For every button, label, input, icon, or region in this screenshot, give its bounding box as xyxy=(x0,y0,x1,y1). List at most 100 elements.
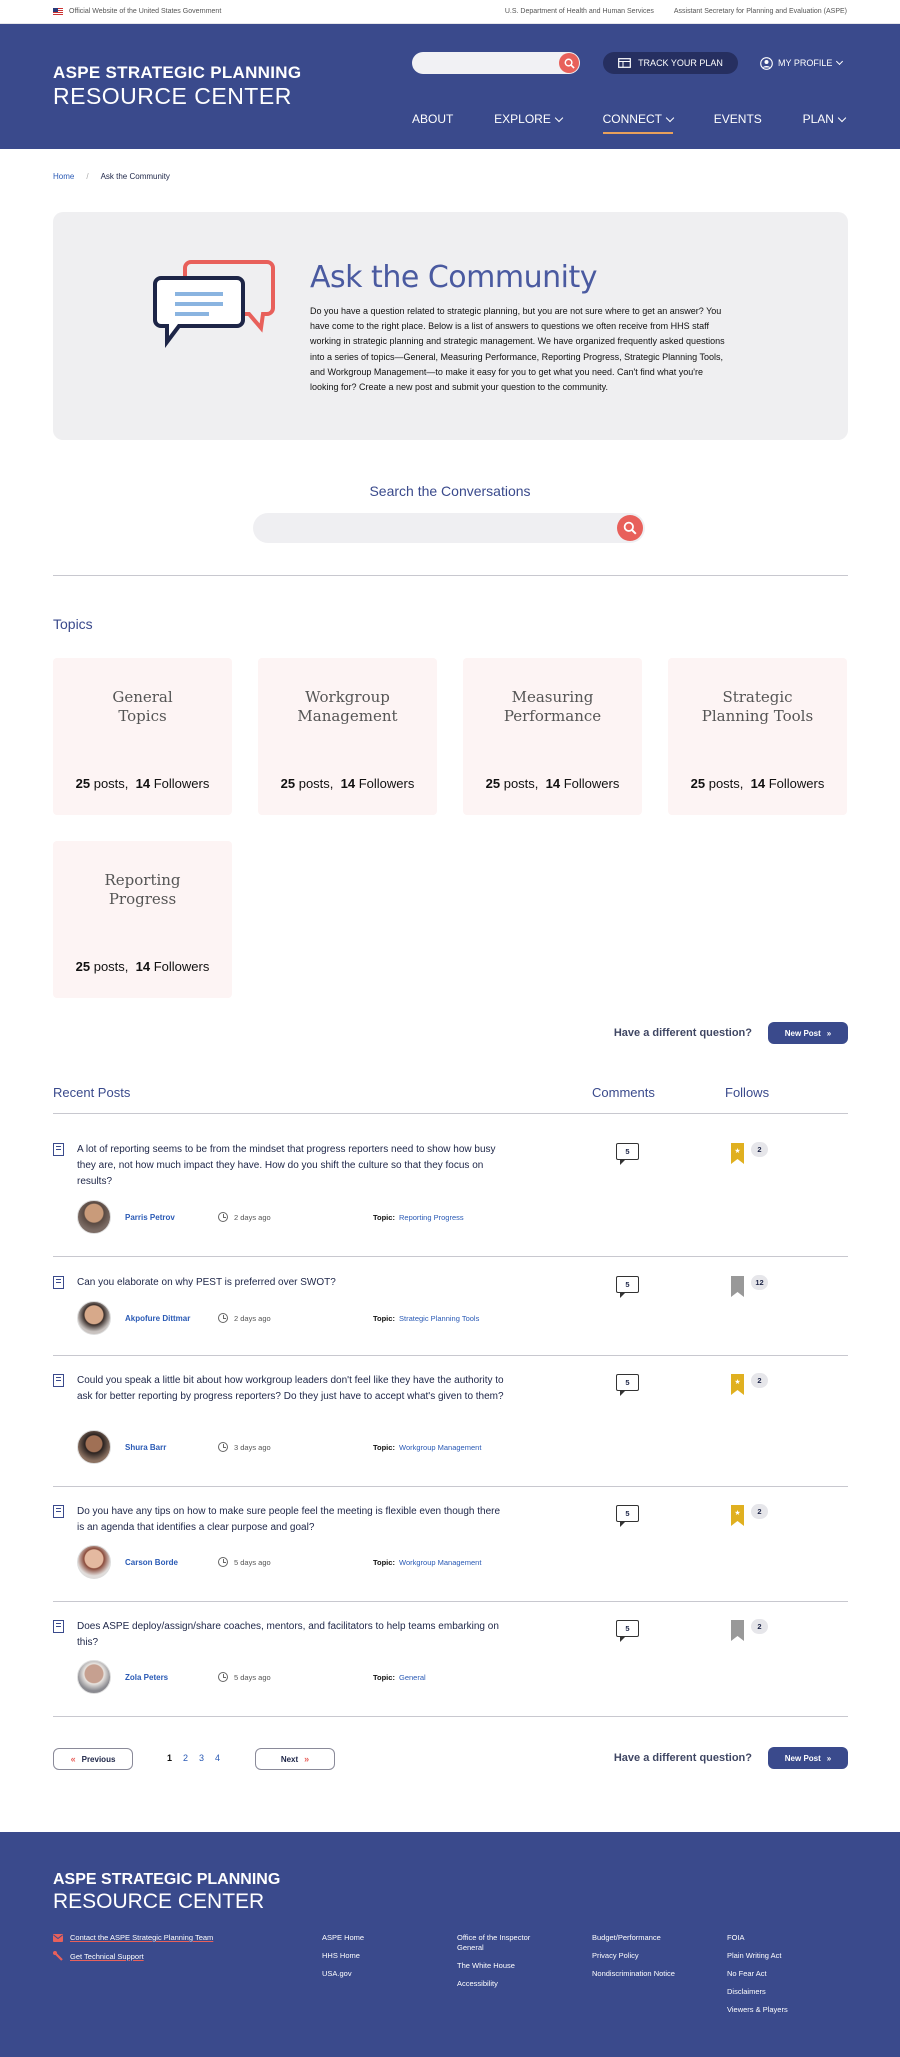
footer-link[interactable]: Budget/Performance xyxy=(592,1933,712,1943)
bookmark-icon[interactable]: ★ xyxy=(731,1505,744,1526)
topic-card-workgroup[interactable]: Workgroup Management 25 posts, 14 Follow… xyxy=(258,658,437,815)
posts-word: posts, xyxy=(93,776,129,791)
topic-card-measuring[interactable]: Measuring Performance 25 posts, 14 Follo… xyxy=(463,658,642,815)
post-author[interactable]: Shura Barr xyxy=(125,1443,166,1452)
page-1[interactable]: 1 xyxy=(167,1753,172,1763)
double-chevron-right-icon: » xyxy=(826,1753,832,1763)
contact-label: Contact the ASPE Strategic Planning Team xyxy=(70,1933,214,1942)
page-4[interactable]: 4 xyxy=(215,1753,220,1763)
footer-link[interactable]: HHS Home xyxy=(322,1951,432,1961)
my-profile-menu[interactable]: MY PROFILE xyxy=(760,54,844,72)
post-topic-link[interactable]: Workgroup Management xyxy=(399,1558,481,1567)
contact-link[interactable]: Contact the ASPE Strategic Planning Team xyxy=(53,1933,213,1942)
post-question[interactable]: Could you speak a little bit about how w… xyxy=(77,1373,507,1405)
footer-logo[interactable]: ASPE STRATEGIC PLANNING RESOURCE CENTER xyxy=(53,1872,280,1913)
footer-column-3: Budget/Performance Privacy Policy Nondis… xyxy=(592,1933,712,1987)
document-icon xyxy=(53,1143,64,1156)
nav-connect[interactable]: CONNECT xyxy=(602,108,675,134)
svg-text:★: ★ xyxy=(734,1147,740,1155)
clock-icon xyxy=(218,1212,228,1222)
footer-link[interactable]: Accessibility xyxy=(457,1979,557,1989)
bookmark-icon[interactable]: ★ xyxy=(731,1143,744,1164)
site-logo[interactable]: ASPE STRATEGIC PLANNING RESOURCE CENTER xyxy=(53,64,301,108)
comment-bubble-icon[interactable]: 5 xyxy=(616,1374,639,1396)
previous-page-button[interactable]: « Previous xyxy=(53,1748,133,1770)
post-topic-link[interactable]: Strategic Planning Tools xyxy=(399,1314,479,1323)
nav-about[interactable]: ABOUT xyxy=(412,108,453,130)
post-author[interactable]: Akpofure Dittmar xyxy=(125,1314,190,1323)
footer-link[interactable]: Privacy Policy xyxy=(592,1951,712,1961)
comment-bubble-icon[interactable]: 5 xyxy=(616,1620,639,1642)
svg-text:★: ★ xyxy=(734,1509,740,1517)
double-chevron-right-icon: » xyxy=(304,1754,310,1764)
footer-column-2: Office of the Inspector General The Whit… xyxy=(457,1933,557,1997)
bookmark-icon[interactable] xyxy=(731,1276,744,1297)
page-2[interactable]: 2 xyxy=(183,1753,188,1763)
conversation-search-input[interactable] xyxy=(253,513,645,543)
followers-word: Followers xyxy=(768,776,825,791)
comment-bubble-icon[interactable]: 5 xyxy=(616,1143,639,1165)
comment-bubble-icon[interactable]: 5 xyxy=(616,1505,639,1527)
comment-bubble-icon[interactable]: 5 xyxy=(616,1276,639,1298)
followers-word: Followers xyxy=(153,959,210,974)
follow-count: 12 xyxy=(751,1275,768,1290)
topic-card-reporting[interactable]: Reporting Progress 25 posts, 14 Follower… xyxy=(53,841,232,998)
footer-link[interactable]: FOIA xyxy=(727,1933,837,1943)
post-question[interactable]: A lot of reporting seems to be from the … xyxy=(77,1142,507,1190)
topic-card-strategic-tools[interactable]: Strategic Planning Tools 25 posts, 14 Fo… xyxy=(668,658,847,815)
post-question[interactable]: Can you elaborate on why PEST is preferr… xyxy=(77,1275,507,1291)
posts-word: posts, xyxy=(93,959,129,974)
footer-link[interactable]: The White House xyxy=(457,1961,557,1971)
chevron-down-icon xyxy=(836,57,844,66)
new-post-button[interactable]: New Post » xyxy=(768,1022,848,1044)
bookmark-icon[interactable] xyxy=(731,1620,744,1641)
post-author[interactable]: Parris Petrov xyxy=(125,1213,175,1222)
avatar xyxy=(77,1660,111,1694)
footer-column-1: ASPE Home HHS Home USA.gov xyxy=(322,1933,432,1987)
next-page-button[interactable]: Next » xyxy=(255,1748,335,1770)
track-plan-button[interactable]: TRACK YOUR PLAN xyxy=(603,52,738,74)
search-icon[interactable] xyxy=(559,53,579,73)
post-question[interactable]: Do you have any tips on how to make sure… xyxy=(77,1504,507,1536)
search-conversations-title: Search the Conversations xyxy=(369,483,531,499)
bookmark-icon[interactable]: ★ xyxy=(731,1374,744,1395)
post-author[interactable]: Zola Peters xyxy=(125,1673,168,1682)
topic-stats: 25 posts, 14 Followers xyxy=(463,776,642,791)
site-footer: ASPE STRATEGIC PLANNING RESOURCE CENTER … xyxy=(0,1832,900,2057)
nav-events[interactable]: EVENTS xyxy=(714,108,762,130)
topic-card-general[interactable]: General Topics 25 posts, 14 Followers xyxy=(53,658,232,815)
breadcrumb-current: Ask the Community xyxy=(100,172,170,181)
followers-word: Followers xyxy=(358,776,415,791)
header-search-input[interactable] xyxy=(412,52,580,74)
double-chevron-left-icon: « xyxy=(70,1754,76,1764)
aspe-link[interactable]: Assistant Secretary for Planning and Eva… xyxy=(674,8,847,15)
different-question-text: Have a different question? xyxy=(613,1752,752,1764)
nav-explore[interactable]: EXPLORE xyxy=(494,108,564,130)
page-3[interactable]: 3 xyxy=(199,1753,204,1763)
divider xyxy=(53,575,848,576)
breadcrumb-separator: / xyxy=(86,172,89,181)
footer-link[interactable]: ASPE Home xyxy=(322,1933,432,1943)
footer-link[interactable]: Plain Writing Act xyxy=(727,1951,837,1961)
search-icon[interactable] xyxy=(617,515,643,541)
breadcrumb-home[interactable]: Home xyxy=(53,172,74,181)
posts-count: 25 xyxy=(280,776,296,791)
topic-name: Strategic Planning Tools xyxy=(701,688,814,725)
footer-link[interactable]: No Fear Act xyxy=(727,1969,837,1979)
hhs-link[interactable]: U.S. Department of Health and Human Serv… xyxy=(505,8,654,15)
nav-plan[interactable]: PLAN xyxy=(803,108,847,130)
post-question[interactable]: Does ASPE deploy/assign/share coaches, m… xyxy=(77,1619,507,1651)
post-topic-link[interactable]: Reporting Progress xyxy=(399,1213,464,1222)
footer-link[interactable]: Viewers & Players xyxy=(727,2005,837,2015)
new-post-button[interactable]: New Post » xyxy=(768,1747,848,1769)
footer-link[interactable]: Disclaimers xyxy=(727,1987,837,1997)
footer-link[interactable]: Nondiscrimination Notice xyxy=(592,1969,712,1979)
posts-count: 25 xyxy=(690,776,706,791)
footer-link[interactable]: Office of the Inspector General xyxy=(457,1933,557,1953)
post-author[interactable]: Carson Borde xyxy=(125,1558,178,1567)
chat-bubbles-icon xyxy=(153,260,275,348)
post-topic-link[interactable]: Workgroup Management xyxy=(399,1443,481,1452)
post-topic-link[interactable]: General xyxy=(399,1673,426,1682)
footer-link[interactable]: USA.gov xyxy=(322,1969,432,1979)
support-link[interactable]: Get Technical Support xyxy=(53,1951,144,1961)
